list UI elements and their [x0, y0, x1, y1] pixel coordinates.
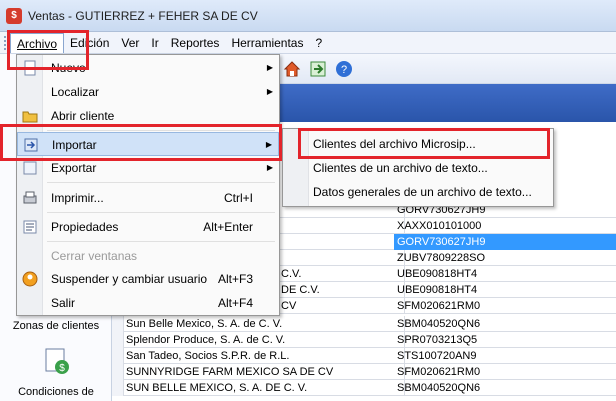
menu-herramientas[interactable]: Herramientas	[225, 33, 309, 53]
menu-item-shortcut: Alt+Enter	[203, 220, 253, 234]
conditions-icon[interactable]: $	[42, 346, 72, 376]
menu-ver[interactable]: Ver	[115, 33, 145, 53]
printer-icon	[22, 190, 38, 206]
svg-text:$: $	[59, 363, 65, 374]
cell-rfc: SPR0703213Q5	[397, 334, 478, 346]
menu-item-propiedades[interactable]: Propiedades Alt+Enter	[17, 215, 279, 239]
table-row[interactable]: San Tadeo, Socios S.P.R. de R.L. STS10072…	[112, 348, 616, 364]
sidebar-zonas-label[interactable]: Zonas de clientes	[0, 320, 112, 332]
cell-name: San Tadeo, Socios S.P.R. de R.L.	[126, 348, 405, 364]
module-header	[275, 84, 616, 122]
cell-rfc: UBE090818HT4	[397, 284, 478, 296]
import-icon	[23, 137, 39, 153]
new-document-icon	[22, 60, 38, 76]
menu-item-suspender[interactable]: Suspender y cambiar usuario Alt+F3	[17, 267, 279, 291]
cell-name: Splendor Produce, S. A. de C. V.	[126, 332, 405, 348]
home-icon[interactable]	[281, 58, 303, 80]
menu-item-cerrar-ventanas: Cerrar ventanas	[17, 244, 279, 268]
menu-item-label: Abrir cliente	[51, 109, 115, 123]
title-bar: $ Ventas - GUTIERREZ + FEHER SA DE CV	[0, 0, 616, 32]
menu-item-shortcut: Alt+F4	[217, 296, 253, 310]
submenu-item-datos-generales[interactable]: Datos generales de un archivo de texto..…	[313, 180, 549, 204]
cell-rfc: SBM040520QN6	[397, 318, 481, 330]
cell-rfc: UBE090818HT4	[397, 268, 478, 280]
menu-item-shortcut: Alt+F3	[217, 272, 253, 286]
cell-rfc: SFM020621RM0	[397, 366, 481, 378]
table-row[interactable]: Splendor Produce, S. A. de C. V. SPR07032…	[112, 332, 616, 348]
menu-item-label: Cerrar ventanas	[51, 249, 138, 263]
help-icon[interactable]: ?	[333, 58, 355, 80]
menu-item-label: Suspender y cambiar usuario	[51, 272, 208, 286]
menu-separator	[47, 182, 275, 183]
menu-archivo[interactable]: Archivo	[10, 32, 65, 53]
open-folder-icon	[22, 108, 38, 124]
menu-archivo-label: Archivo	[17, 36, 58, 51]
cell-name: SUNNYRIDGE FARM MEXICO SA DE CV	[126, 364, 405, 380]
submenu-item-clientes-microsip[interactable]: Clientes del archivo Microsip...	[313, 132, 549, 156]
cell-rfc: XAXX010101000	[397, 220, 482, 232]
cell-name: SUN BELLE MEXICO, S. A. DE C. V.	[126, 380, 405, 396]
menu-item-exportar[interactable]: Exportar ▶	[17, 156, 279, 180]
table-row[interactable]: SUN BELLE MEXICO, S. A. DE C. V. SBM04052…	[112, 380, 616, 396]
window-title: Ventas - GUTIERREZ + FEHER SA DE CV	[28, 8, 258, 23]
refresh-icon[interactable]	[307, 58, 329, 80]
menu-separator	[47, 130, 275, 131]
cell-name: Sun Belle Mexico, S. A. de C. V.	[126, 316, 405, 332]
chevron-right-icon: ▶	[266, 163, 273, 172]
table-row[interactable]: Sun Belle Mexico, S. A. de C. V. SBM04052…	[112, 316, 616, 332]
submenu-gutter	[283, 129, 309, 206]
menu-edicion[interactable]: Edición	[64, 33, 115, 53]
menu-item-importar[interactable]: Importar ▶	[17, 132, 279, 156]
app-icon: $	[6, 7, 22, 24]
menu-item-abrir-cliente[interactable]: Abrir cliente	[17, 104, 279, 128]
archivo-dropdown: Nuevo ▶ Localizar ▶ Abrir cliente Import…	[16, 54, 280, 316]
menu-bar: Archivo Edición Ver Ir Reportes Herramie…	[0, 32, 616, 54]
cell-rfc: SBM040520QN6	[397, 382, 481, 394]
menu-help[interactable]: ?	[309, 33, 328, 53]
importar-submenu: Clientes del archivo Microsip... Cliente…	[282, 128, 554, 207]
properties-icon	[22, 219, 38, 235]
export-icon	[22, 160, 38, 176]
chevron-right-icon: ▶	[266, 87, 273, 96]
menu-item-label: Exportar	[51, 161, 97, 175]
sidebar-condiciones-label[interactable]: Condiciones de	[0, 386, 112, 398]
menu-item-label: Localizar	[51, 85, 100, 99]
toolbar: ?	[275, 54, 616, 84]
chevron-right-icon: ▶	[265, 140, 272, 149]
menu-separator	[47, 241, 275, 242]
table-row[interactable]: SUNNYRIDGE FARM MEXICO SA DE CV SFM020621…	[112, 364, 616, 380]
menu-separator	[47, 212, 275, 213]
switch-user-icon	[22, 271, 38, 287]
menu-item-localizar[interactable]: Localizar ▶	[17, 80, 279, 104]
cell-rfc: ZUBV7809228SO	[397, 252, 486, 264]
menu-item-label: Nuevo	[51, 61, 86, 75]
menu-reportes[interactable]: Reportes	[165, 33, 226, 53]
svg-text:?: ?	[341, 64, 347, 76]
menu-item-salir[interactable]: Salir Alt+F4	[17, 291, 279, 315]
chevron-right-icon: ▶	[266, 63, 273, 72]
cell-rfc: GORV730627JH9	[394, 234, 616, 250]
menu-item-shortcut: Ctrl+I	[223, 191, 253, 205]
menu-item-label: Propiedades	[51, 220, 119, 234]
menu-item-label: Imprimir...	[51, 191, 104, 205]
menu-item-imprimir[interactable]: Imprimir... Ctrl+I	[17, 186, 279, 210]
submenu-item-clientes-texto[interactable]: Clientes de un archivo de texto...	[313, 156, 549, 180]
menu-item-label: Importar	[52, 138, 97, 152]
menu-item-nuevo[interactable]: Nuevo ▶	[17, 56, 279, 80]
cell-rfc: SFM020621RM0	[397, 300, 481, 312]
menu-item-label: Salir	[51, 296, 76, 310]
menu-ir[interactable]: Ir	[145, 33, 164, 53]
cell-rfc: STS100720AN9	[397, 350, 477, 362]
